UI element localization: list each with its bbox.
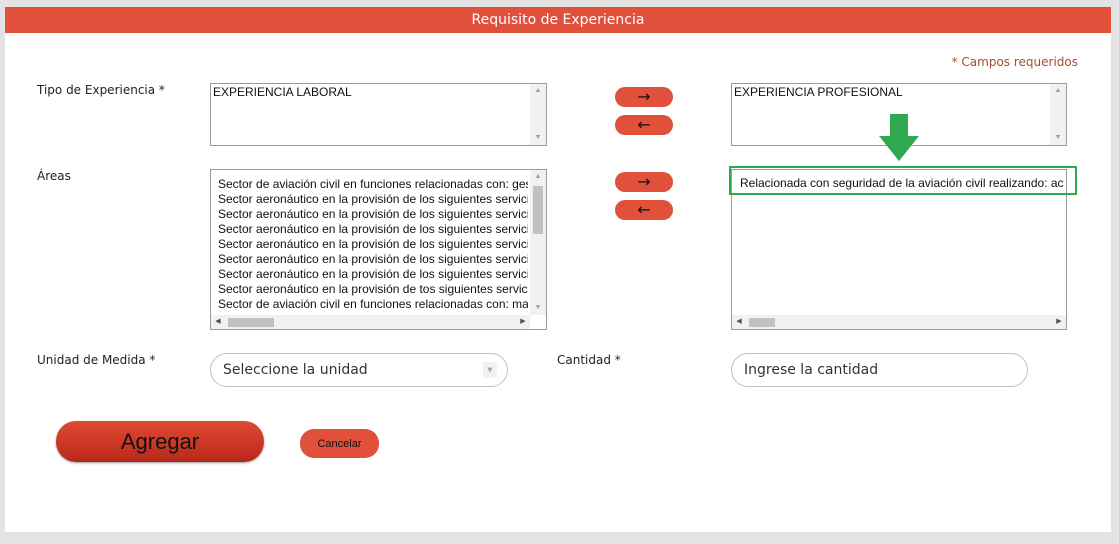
add-tipo-button[interactable]: → (615, 87, 673, 107)
vertical-scrollbar[interactable]: ▲ ▼ (530, 84, 546, 145)
list-item[interactable]: Sector aeronáutico en la provisión de lo… (218, 207, 528, 222)
agregar-button[interactable]: Agregar (56, 421, 264, 462)
cantidad-input[interactable]: Ingrese la cantidad (731, 353, 1028, 387)
chevron-down-icon[interactable]: ▼ (483, 362, 497, 378)
panel-title: Requisito de Experiencia (471, 12, 645, 28)
cantidad-placeholder: Ingrese la cantidad (744, 362, 879, 378)
scroll-right-icon[interactable]: ▶ (516, 315, 530, 329)
unidad-label: Unidad de Medida * (37, 353, 156, 367)
add-area-button[interactable]: → (615, 172, 673, 192)
panel-header: Requisito de Experiencia (5, 7, 1111, 33)
unidad-select-value: Seleccione la unidad (223, 362, 368, 378)
areas-label: Áreas (37, 169, 71, 183)
areas-available-listbox[interactable]: Sector de aviación civil en funciones re… (210, 169, 547, 330)
list-item[interactable]: Sector aeronáutico en la provisión de lo… (218, 237, 528, 252)
remove-tipo-button[interactable]: ← (615, 115, 673, 135)
scroll-up-icon[interactable]: ▲ (530, 84, 546, 98)
scroll-right-icon[interactable]: ▶ (1052, 315, 1066, 329)
unidad-select[interactable]: Seleccione la unidad ▼ (210, 353, 508, 387)
required-fields-note: * Campos requeridos (951, 55, 1078, 69)
scroll-down-icon[interactable]: ▼ (530, 301, 546, 315)
tipo-experiencia-label: Tipo de Experiencia * (37, 83, 165, 97)
scroll-left-icon[interactable]: ◀ (211, 315, 225, 329)
scrollbar-thumb[interactable] (749, 318, 775, 327)
list-item[interactable]: Sector aeronáutico en la provisión de lo… (218, 267, 528, 282)
scrollbar-thumb[interactable] (533, 186, 543, 234)
horizontal-scrollbar[interactable]: ◀ ▶ (211, 315, 530, 329)
cantidad-label: Cantidad * (557, 353, 621, 367)
green-down-arrow-icon (879, 114, 919, 161)
remove-area-button[interactable]: ← (615, 200, 673, 220)
list-item[interactable]: Sector aeronáutico en la provisión de lo… (218, 192, 528, 207)
list-item[interactable]: Sector de aviación civil en funciones re… (218, 177, 528, 192)
list-item[interactable]: EXPERIENCIA LABORAL (213, 85, 529, 100)
vertical-scrollbar[interactable]: ▲ ▼ (1050, 84, 1066, 145)
vertical-scrollbar[interactable]: ▲ ▼ (530, 170, 546, 315)
list-item[interactable]: Sector aeronáutico en la provisión de lo… (218, 222, 528, 237)
scroll-left-icon[interactable]: ◀ (732, 315, 746, 329)
list-item[interactable]: EXPERIENCIA PROFESIONAL (734, 85, 1049, 100)
experience-requirement-panel: Requisito de Experiencia * Campos requer… (5, 7, 1111, 532)
scrollbar-thumb[interactable] (228, 318, 274, 327)
list-item[interactable]: Sector de aviación civil en funciones re… (218, 297, 528, 312)
selected-area-highlight (729, 166, 1077, 195)
tipo-available-listbox[interactable]: EXPERIENCIA LABORAL ▲ ▼ (210, 83, 547, 146)
scroll-down-icon[interactable]: ▼ (1050, 131, 1066, 145)
horizontal-scrollbar[interactable]: ◀ ▶ (732, 315, 1066, 329)
scroll-down-icon[interactable]: ▼ (530, 131, 546, 145)
scroll-up-icon[interactable]: ▲ (530, 170, 546, 184)
scroll-up-icon[interactable]: ▲ (1050, 84, 1066, 98)
list-item[interactable]: Sector aeronáutico en la provisión de lo… (218, 252, 528, 267)
list-item[interactable]: Sector aeronáutico en la provisión de to… (218, 282, 528, 297)
cancel-button[interactable]: Cancelar (300, 429, 379, 458)
